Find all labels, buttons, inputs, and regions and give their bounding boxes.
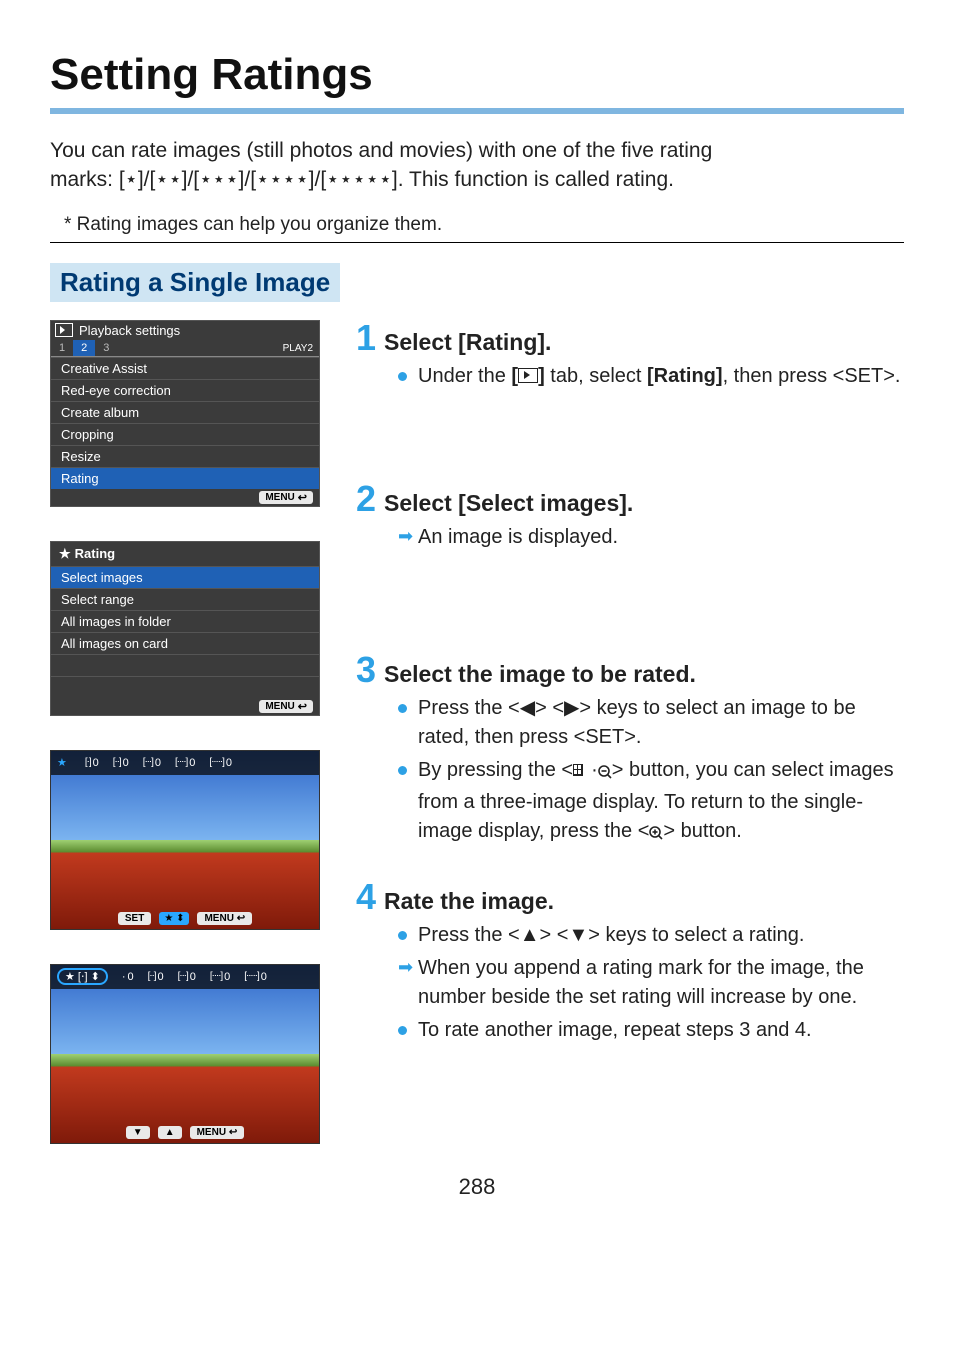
ss2-item-select-range: Select range: [51, 588, 319, 610]
ss2-item-blank2: [51, 676, 319, 698]
step-4: 4 Rate the image. Press the <▲> <▼> keys…: [356, 879, 904, 1045]
intro-line2b: . This function is called rating.: [398, 168, 674, 191]
ss1-menu-label: MENU: [265, 492, 294, 503]
right-key-icon: ▶: [564, 697, 579, 719]
playback-icon: [55, 323, 73, 337]
ss2-title-row: ★ Rating: [51, 542, 319, 566]
step-1-number: 1: [356, 320, 376, 356]
ss3-set-button: SET: [118, 912, 151, 925]
step-2-number: 2: [356, 481, 376, 517]
ss1-menu-list: Creative Assist Red-eye correction Creat…: [51, 357, 319, 489]
step-3-title: Select the image to be rated.: [384, 661, 696, 688]
step-3-bullet-1: Press the <◀> <▶> keys to select an imag…: [398, 694, 904, 752]
step-2-title: Select [Select images].: [384, 490, 633, 517]
ss4-topbar: ★ [⋅] ⬍ ·0 [⋅⋅]0 [⋅⋅⋅]0 [⋅⋅⋅⋅]0 [⋅⋅⋅⋅⋅]0: [51, 965, 319, 989]
intro-line1: You can rate images (still photos and mo…: [50, 139, 712, 162]
screenshot-playback-settings: Playback settings 1 2 3 PLAY2 Creative A…: [50, 320, 320, 507]
step-2: 2 Select [Select images]. An image is di…: [356, 481, 904, 552]
ss3-count-4: [⋅⋅⋅⋅]0: [175, 757, 195, 769]
left-key-icon: ◀: [520, 697, 535, 719]
page-title: Setting Ratings: [50, 50, 904, 100]
ss3-count-1: [⋅]0: [85, 757, 99, 769]
star-icon: ★: [59, 546, 71, 561]
ss2-title: Rating: [75, 546, 115, 561]
step-1: 1 Select [Rating]. Under the [] tab, sel…: [356, 320, 904, 391]
screenshot-rating-menu: ★ Rating Select images Select range All i…: [50, 541, 320, 716]
section-heading: Rating a Single Image: [50, 263, 340, 302]
ss4-count-3: [⋅⋅⋅]0: [178, 971, 196, 983]
ss4-count-1: ·0: [122, 971, 134, 983]
screenshot-image-rate: ★ [⋅] ⬍ ·0 [⋅⋅]0 [⋅⋅⋅]0 [⋅⋅⋅⋅]0 [⋅⋅⋅⋅⋅]0…: [50, 964, 320, 1144]
ss4-count-4: [⋅⋅⋅⋅]0: [210, 971, 230, 983]
ss1-tab-label: PLAY2: [277, 341, 319, 356]
step-3-number: 3: [356, 652, 376, 688]
ss3-count-5: [⋅⋅⋅⋅⋅]0: [209, 757, 232, 769]
footnote: * Rating images can help you organize th…: [64, 214, 904, 236]
screenshot-image-select: ★ [⋅]0 [⋅⋅]0 [⋅⋅⋅]0 [⋅⋅⋅⋅]0 [⋅⋅⋅⋅⋅]0 SET…: [50, 750, 320, 930]
ss2-footer: MENU ↩: [51, 698, 319, 715]
ss1-item-resize: Resize: [51, 445, 319, 467]
landscape-image: [51, 751, 319, 929]
playback-tab-icon: [518, 368, 538, 383]
ss4-bottombar: ▼ ▲ MENU ↩: [51, 1123, 319, 1143]
back-icon: ↩: [298, 491, 307, 504]
ss1-header: Playback settings: [51, 321, 319, 340]
landscape-image: [51, 965, 319, 1143]
step-4-title: Rate the image.: [384, 888, 554, 915]
ss1-item-rating: Rating: [51, 467, 319, 489]
step-4-number: 4: [356, 879, 376, 915]
ss1-item-album: Create album: [51, 401, 319, 423]
ss2-menu-list: Select images Select range All images in…: [51, 566, 319, 698]
ss1-title: Playback settings: [79, 323, 180, 338]
ss1-menu-button: MENU ↩: [259, 491, 313, 504]
divider: [50, 242, 904, 243]
magnify-minus-icon: [598, 759, 612, 788]
intro-text: You can rate images (still photos and mo…: [50, 136, 904, 195]
ss3-count-3: [⋅⋅⋅]0: [143, 757, 161, 769]
step-1-bullet-1: Under the [] tab, select [Rating], then …: [398, 362, 904, 391]
title-underline: [50, 108, 904, 114]
ss4-down-button: ▼: [126, 1126, 150, 1139]
ss2-menu-button: MENU ↩: [259, 700, 313, 713]
rating-marks: [⋆]/[⋆⋆]/[⋆⋆⋆]/[⋆⋆⋆⋆]/[⋆⋆⋆⋆⋆]: [119, 168, 398, 191]
ss1-item-cropping: Cropping: [51, 423, 319, 445]
step-2-bullet-1: An image is displayed.: [398, 523, 904, 552]
ss4-menu-button: MENU ↩: [190, 1126, 245, 1139]
ss4-count-2: [⋅⋅]0: [148, 971, 164, 983]
ss4-count-5: [⋅⋅⋅⋅⋅]0: [244, 971, 267, 983]
ss3-count-2: [⋅⋅]0: [113, 757, 129, 769]
ss3-topbar: ★ [⋅]0 [⋅⋅]0 [⋅⋅⋅]0 [⋅⋅⋅⋅]0 [⋅⋅⋅⋅⋅]0: [51, 751, 319, 775]
ss3-bottombar: SET ★ ⬍ MENU ↩: [51, 909, 319, 929]
step-3: 3 Select the image to be rated. Press th…: [356, 652, 904, 849]
ss2-item-folder: All images in folder: [51, 610, 319, 632]
ss4-up-button: ▲: [158, 1126, 182, 1139]
intro-line2a: marks:: [50, 168, 119, 191]
ss1-tab-2: 2: [73, 340, 95, 356]
step-3-bullet-2: By pressing the <·> button, you can sele…: [398, 756, 904, 849]
page-number: 288: [50, 1174, 904, 1200]
step-1-title: Select [Rating].: [384, 329, 551, 356]
ss1-tab-3: 3: [95, 340, 117, 356]
ss2-item-select-images: Select images: [51, 566, 319, 588]
ss1-item-redeye: Red-eye correction: [51, 379, 319, 401]
ss1-footer: MENU ↩: [51, 489, 319, 506]
back-icon: ↩: [298, 700, 307, 713]
up-key-icon: ▲: [520, 924, 540, 946]
step-4-bullet-1: Press the <▲> <▼> keys to select a ratin…: [398, 921, 904, 950]
step-4-bullet-2: When you append a rating mark for the im…: [398, 954, 904, 1012]
step-4-bullet-3: To rate another image, repeat steps 3 an…: [398, 1016, 904, 1045]
star-icon: ★: [57, 756, 67, 769]
magnify-plus-icon: [649, 820, 663, 849]
ss3-star-chip: ★ ⬍: [159, 912, 189, 925]
ss4-rating-control: ★ [⋅] ⬍: [57, 968, 108, 985]
ss3-menu-button: MENU ↩: [197, 912, 252, 925]
ss2-menu-label: MENU: [265, 701, 294, 712]
ss2-item-card: All images on card: [51, 632, 319, 654]
ss1-tabs: 1 2 3 PLAY2: [51, 340, 319, 357]
index-reduce-icon: [573, 764, 591, 778]
ss2-item-blank1: [51, 654, 319, 676]
ss1-tab-1: 1: [51, 340, 73, 356]
ss1-item-creative: Creative Assist: [51, 357, 319, 379]
down-key-icon: ▼: [568, 924, 588, 946]
